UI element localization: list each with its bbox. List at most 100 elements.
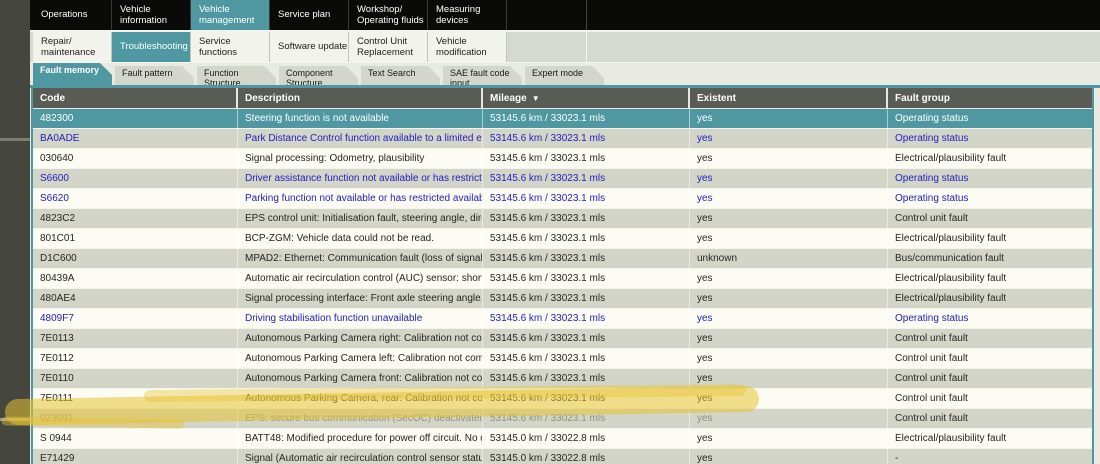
cell-code: E71429: [33, 449, 238, 464]
cell-existent: yes: [690, 149, 888, 168]
fault-row-s6620[interactable]: S6620Parking function not available or h…: [33, 189, 1092, 209]
column-label: Existent: [697, 93, 736, 104]
column-header-fault-group[interactable]: Fault group: [888, 88, 1092, 108]
cell-mileage: 53145.6 km / 33023.1 mls: [483, 329, 690, 348]
fault-row-4809f7[interactable]: 4809F7Driving stabilisation function una…: [33, 309, 1092, 329]
fault-row-030640[interactable]: 030640Signal processing: Odometry, plaus…: [33, 149, 1092, 169]
cell-mileage: 53145.6 km / 33023.1 mls: [483, 409, 690, 428]
cell-existent: yes: [690, 209, 888, 228]
cell-code: 7E0113: [33, 329, 238, 348]
tab-expert-mode[interactable]: Expert mode: [525, 66, 604, 85]
cell-existent: yes: [690, 409, 888, 428]
submenu-item-repair-maintenance[interactable]: Repair/ maintenance: [33, 32, 112, 62]
cell-mileage: 53145.6 km / 33023.1 mls: [483, 249, 690, 268]
menu-item-service-plan[interactable]: Service plan: [270, 0, 349, 30]
cell-description: Park Distance Control function available…: [238, 129, 483, 148]
cell-fault_group: Control unit fault: [888, 329, 1092, 348]
fault-row-s6600[interactable]: S6600Driver assistance function not avai…: [33, 169, 1092, 189]
cell-existent: yes: [690, 389, 888, 408]
submenu-item-software-update[interactable]: Software update: [270, 32, 349, 62]
cell-fault_group: Electrical/plausibility fault: [888, 429, 1092, 448]
fault-row-7e0113[interactable]: 7E0113Autonomous Parking Camera right: C…: [33, 329, 1092, 349]
fault-row-s-0944[interactable]: S 0944BATT48: Modified procedure for pow…: [33, 429, 1092, 449]
cell-fault_group: Electrical/plausibility fault: [888, 289, 1092, 308]
submenu-item-vehicle-modification[interactable]: Vehicle modification: [428, 32, 507, 62]
cell-existent: yes: [690, 309, 888, 328]
cell-fault_group: Operating status: [888, 189, 1092, 208]
cell-code: 4823C2: [33, 209, 238, 228]
submenu-item-control-unit-replacement[interactable]: Control Unit Replacement: [349, 32, 428, 62]
cell-description: Autonomous Parking Camera right: Calibra…: [238, 329, 483, 348]
tab-fault-memory[interactable]: Fault memory: [33, 63, 112, 85]
cell-mileage: 53145.6 km / 33023.1 mls: [483, 369, 690, 388]
cell-fault_group: Electrical/plausibility fault: [888, 149, 1092, 168]
cell-existent: yes: [690, 429, 888, 448]
table-header-row: Code DescriptionMileage▼ Existent Fault gro…: [33, 88, 1092, 109]
cell-description: Automatic air recirculation control (AUC…: [238, 269, 483, 288]
cell-fault_group: Operating status: [888, 169, 1092, 188]
menu-item-measuring-devices[interactable]: Measuring devices: [428, 0, 507, 30]
fault-row-480ae4[interactable]: 480AE4Signal processing interface: Front…: [33, 289, 1092, 309]
cell-code: 801C01: [33, 229, 238, 248]
fault-row-801c01[interactable]: 801C01BCP-ZGM: Vehicle data could not be…: [33, 229, 1092, 249]
cell-existent: yes: [690, 189, 888, 208]
cell-code: 482300: [33, 109, 238, 128]
submenu-item-troubleshooting[interactable]: Troubleshooting: [112, 32, 191, 62]
cell-code: S6620: [33, 189, 238, 208]
tab-fault-pattern[interactable]: Fault pattern: [115, 66, 194, 85]
column-header-existent[interactable]: Existent: [690, 88, 888, 108]
fault-row-e71429[interactable]: E71429Signal (Automatic air recirculatio…: [33, 449, 1092, 464]
desktop-line: [0, 418, 30, 421]
column-label: Mileage: [490, 93, 527, 104]
cell-fault_group: Operating status: [888, 129, 1092, 148]
cell-fault_group: Control unit fault: [888, 349, 1092, 368]
fault-row-482300[interactable]: 482300Steering function is not available…: [33, 109, 1092, 129]
menu-item-vehicle-information[interactable]: Vehicle information: [112, 0, 191, 30]
column-label: Code: [40, 93, 65, 104]
menu-divider: [586, 0, 587, 30]
fault-row-d1c600[interactable]: D1C600MPAD2: Ethernet: Communication fau…: [33, 249, 1092, 269]
menu-item-operations[interactable]: Operations: [33, 0, 112, 30]
cell-fault_group: Operating status: [888, 309, 1092, 328]
cell-description: Steering function is not available: [238, 109, 483, 128]
fault-row-7e0112[interactable]: 7E0112Autonomous Parking Camera left: Ca…: [33, 349, 1092, 369]
fault-row-7e0111[interactable]: 7E0111Autonomous Parking Camera, rear: C…: [33, 389, 1092, 409]
cell-code: 480AE4: [33, 289, 238, 308]
cell-description: BCP-ZGM: Vehicle data could not be read.: [238, 229, 483, 248]
cell-description: Autonomous Parking Camera front: Calibra…: [238, 369, 483, 388]
fault-row-80439a[interactable]: 80439AAutomatic air recirculation contro…: [33, 269, 1092, 289]
cell-existent: yes: [690, 229, 888, 248]
column-header-code[interactable]: Code: [33, 88, 238, 108]
cell-description: EPS control unit: Initialisation fault, …: [238, 209, 483, 228]
diagnostics-app-window: OperationsVehicle informationVehicle man…: [30, 0, 1100, 464]
cell-existent: yes: [690, 329, 888, 348]
cell-description: Signal processing interface: Front axle …: [238, 289, 483, 308]
cell-mileage: 53145.6 km / 33023.1 mls: [483, 269, 690, 288]
cell-existent: yes: [690, 109, 888, 128]
cell-mileage: 53145.0 km / 33022.8 mls: [483, 429, 690, 448]
cell-description: Signal processing: Odometry, plausibilit…: [238, 149, 483, 168]
tab-function-structure[interactable]: Function Structure: [197, 66, 276, 85]
cell-mileage: 53145.6 km / 33023.1 mls: [483, 189, 690, 208]
cell-mileage: 53145.6 km / 33023.1 mls: [483, 349, 690, 368]
column-label: Fault group: [895, 93, 950, 104]
tab-component-structure[interactable]: Component Structure: [279, 66, 358, 85]
submenu-item-service-functions[interactable]: Service functions: [191, 32, 270, 62]
cell-existent: yes: [690, 289, 888, 308]
fault-row-ba0ade[interactable]: BA0ADEPark Distance Control function ava…: [33, 129, 1092, 149]
fault-row-7e0110[interactable]: 7E0110Autonomous Parking Camera front: C…: [33, 369, 1092, 389]
cell-description: Driver assistance function not available…: [238, 169, 483, 188]
tab-sae-fault-code-input[interactable]: SAE fault code input: [443, 66, 522, 85]
cell-description: EPS: secure bus communication (SecOC) de…: [238, 409, 483, 428]
cell-fault_group: Electrical/plausibility fault: [888, 269, 1092, 288]
column-header-mileage[interactable]: Mileage▼: [483, 88, 690, 108]
fault-row-4823c2[interactable]: 4823C2EPS control unit: Initialisation f…: [33, 209, 1092, 229]
menu-item-workshop-operating-fluids[interactable]: Workshop/ Operating fluids: [349, 0, 428, 30]
cell-mileage: 53145.6 km / 33023.1 mls: [483, 149, 690, 168]
column-header-description[interactable]: Description: [238, 88, 483, 108]
tab-text-search[interactable]: Text Search: [361, 66, 440, 85]
cell-fault_group: Control unit fault: [888, 369, 1092, 388]
cell-mileage: 53145.0 km / 33022.8 mls: [483, 449, 690, 464]
menu-item-vehicle-management[interactable]: Vehicle management: [191, 0, 270, 30]
fault-row-023091[interactable]: 023091EPS: secure bus communication (Sec…: [33, 409, 1092, 429]
